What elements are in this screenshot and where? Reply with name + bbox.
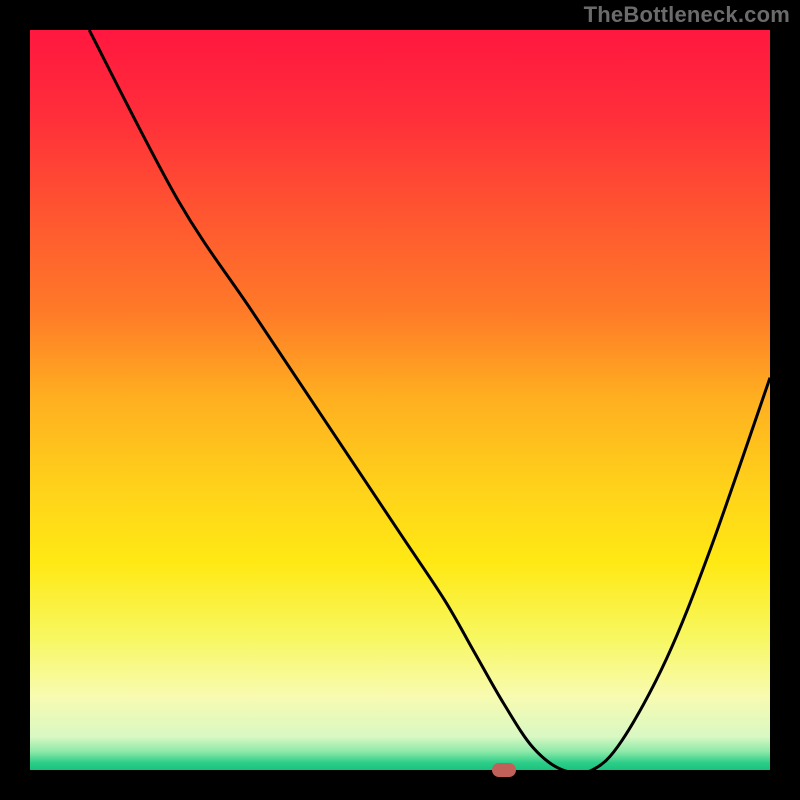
gradient-background [30, 30, 770, 770]
optimal-point-marker [492, 763, 516, 777]
plot-svg [30, 30, 770, 770]
watermark-text: TheBottleneck.com [584, 2, 790, 28]
plot-area [30, 30, 770, 770]
chart-frame: TheBottleneck.com [0, 0, 800, 800]
